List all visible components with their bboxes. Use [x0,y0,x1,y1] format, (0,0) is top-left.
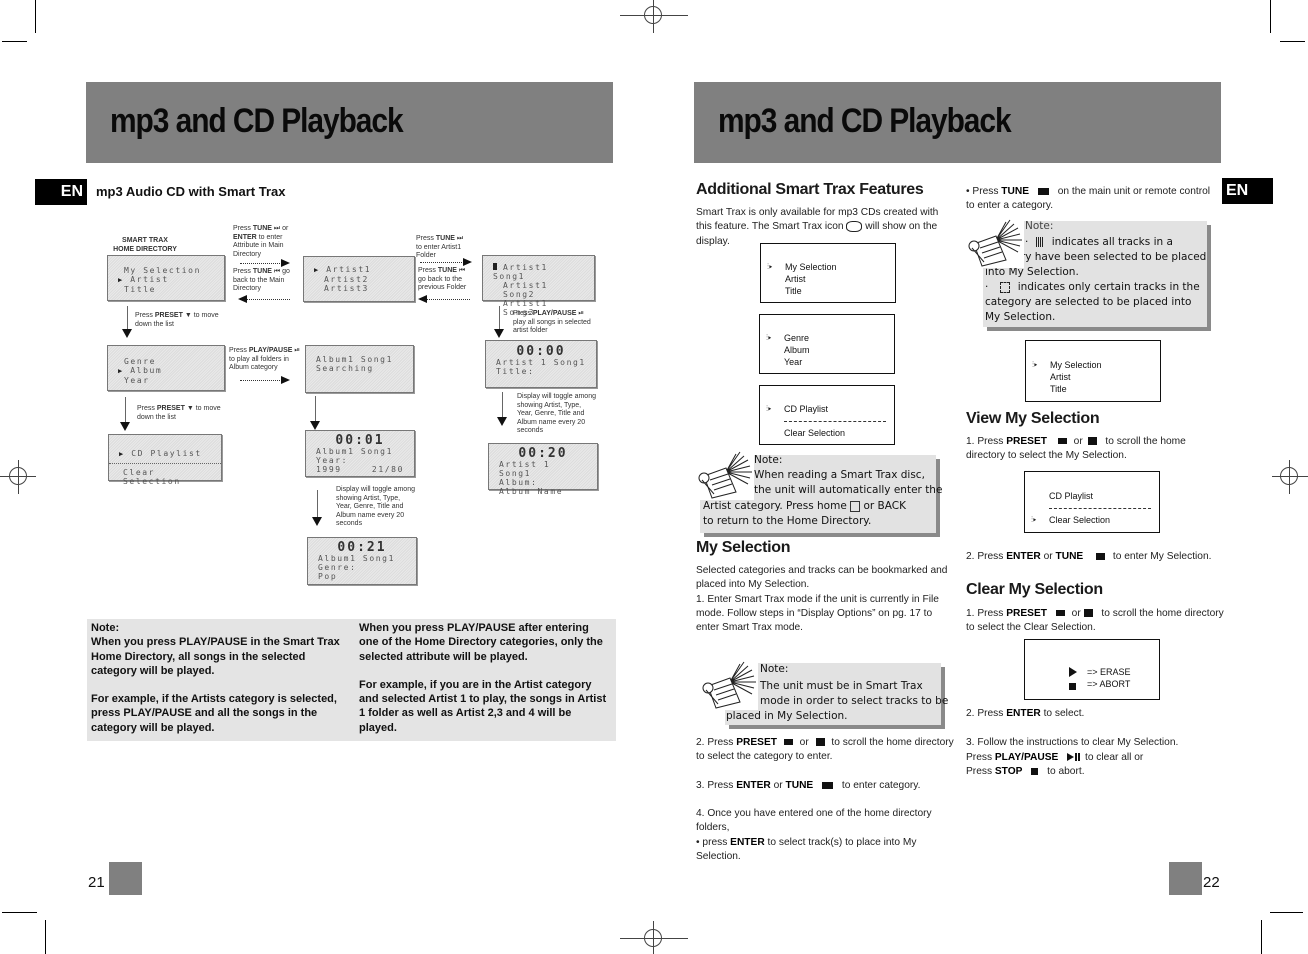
cursor-icon: ⫶▸ [1032,360,1038,369]
tune-icon [1096,552,1106,560]
arrow-down [312,490,322,526]
tune-icon [1037,187,1049,195]
arrow-left [418,295,470,303]
crop-mark [1270,912,1303,913]
all-tracks-icon [1035,237,1044,247]
preset-down-icon [1083,609,1093,618]
label-play-artist: Press PLAY/PAUSE ⏯ play all songs in sel… [513,310,591,334]
left-page-title: mp3 and CD Playback [110,102,404,140]
display-box-2: ⫶▸ Genre Album Year [759,314,895,374]
smart-trax-icon [846,221,863,233]
display-box-6: => ERASE => ABORT [1024,639,1160,700]
home-directory-label: SMART TRAX HOME DIRECTORY [113,237,177,253]
clear-step-3: 3. Follow the instructions to clear My S… [966,737,1179,778]
arrow-down [120,397,130,431]
home-icon [850,500,861,512]
display-box-1: ⫶▸ My Selection Artist Title [760,243,896,303]
label-preset-2: Press PRESET ▼ to move down the list [137,405,221,421]
label-toggle-2: Display will toggle among showing Artist… [336,486,415,527]
lcd-artists: ▶ Artist1 Artist2 Artist3 [303,256,415,302]
crop-mark [2,41,27,42]
play-icon [1069,667,1077,677]
label-tune-back: Press TUNE ⏮ go back to the Main Directo… [233,268,290,292]
clear-step-1: 1. Press PRESET or to scroll the home di… [966,608,1224,634]
cursor-icon: ⫶▸ [766,404,772,413]
stop-icon [1031,768,1039,776]
heading-clear-my-selection: Clear My Selection [966,581,1103,598]
crop-mark [2,912,37,913]
label-preset-1: Press PRESET ▼ to move down the list [135,312,219,328]
crop-mark [45,920,46,954]
crop-mark [1270,0,1271,33]
lcd-songs: Artist1 Song1 Artist1 Song2 Artist1 Song… [482,255,595,317]
arrow-right [420,258,472,266]
arrow-down [310,396,320,430]
heading-view-my-selection: View My Selection [966,410,1100,427]
notepad-icon [700,660,758,710]
step-2: 2. Press PRESET or to scroll the home di… [696,737,954,763]
lcd-home-2: Genre ▶ Album Year [107,345,225,391]
right-lang-tab: EN [1222,178,1273,204]
display-box-5: CD Playlist ⫶▸ Clear Selection [1024,471,1160,533]
lcd-album-searching: Album1 Song1 Searching [305,345,414,393]
lcd-play-0021: 00:21 Album1 Song1 Genre: Pop [307,537,417,585]
heading-my-selection: My Selection [696,539,791,556]
right-page-title: mp3 and CD Playback [718,102,1012,140]
label-toggle-1: Display will toggle among showing Artist… [517,393,596,434]
preset-up-icon [783,739,793,746]
crop-mark [1280,41,1305,42]
arrow-down [497,392,507,426]
crop-mark [1261,920,1262,954]
right-page-tab [1169,862,1202,895]
left-page-tab [109,862,142,895]
view-step-2: 2. Press ENTER or TUNE to enter My Selec… [966,551,1212,562]
arrow-down [494,306,504,338]
right-banner: mp3 and CD Playback [694,82,1221,163]
label-tune-enter: Press TUNE ⏭ or ENTER to enter Attribute… [233,225,289,258]
tune-instruction: • Press TUNE on the main unit or remote … [966,186,1211,212]
preset-up-icon [1055,610,1065,617]
cursor-icon: ⫶▸ [767,262,773,271]
left-note-box: Note: When you press PLAY/PAUSE in the S… [87,619,616,741]
preset-up-icon [1057,438,1067,445]
arrow-down [122,306,132,338]
arrow-right [240,376,290,384]
notepad-icon [696,450,754,500]
preset-down-icon [1087,437,1097,446]
preset-down-icon [815,738,825,747]
lcd-play-0000: 00:00 Artist 1 Song1 Title: [485,340,597,388]
left-section-title: mp3 Audio CD with Smart Trax [96,184,286,199]
left-banner: mp3 and CD Playback [86,82,613,163]
cursor-icon: ⫶▸ [1031,515,1037,524]
display-box-4: ⫶▸ My Selection Artist Title [1025,340,1161,402]
step-3: 3. Press ENTER or TUNE to enter category… [696,780,921,791]
right-page-number: 22 [1203,874,1220,891]
lcd-play-0001: 00:01 Album1 Song1 Year: 1999 21/80 [305,430,415,477]
step-4: 4. Once you have entered one of the home… [696,808,932,862]
notepad-icon [966,218,1024,268]
lcd-home-1: My Selection ▶ Artist Title [107,255,225,301]
note-col-2: When you press PLAY/PAUSE after entering… [359,622,607,734]
display-box-3: ⫶▸ CD Playlist Clear Selection [759,385,895,445]
note-col-1: Note: When you press PLAY/PAUSE in the S… [91,622,340,734]
play-pause-icon [1067,750,1081,764]
cursor-icon: ⫶▸ [766,333,772,342]
heading-additional-features: Additional Smart Trax Features [696,181,924,198]
crop-mark [35,0,36,33]
arrow-left [238,295,290,303]
stop-icon [1069,683,1076,690]
clear-step-2: 2. Press ENTER to select. [966,708,1085,719]
view-step-1: 1. Press PRESET or to scroll the home di… [966,436,1186,462]
tune-icon [822,781,834,789]
lcd-play-0020: 00:20 Artist 1 Song1 Album: Album Name [488,443,598,496]
label-tune-prev: Press TUNE ⏮ go back to the previous Fol… [418,267,467,291]
left-lang-tab: EN [35,179,87,205]
para-my-selection: Selected categories and tracks can be bo… [696,565,948,634]
arrow-right [240,259,290,267]
some-tracks-icon [999,281,1010,293]
label-play-album: Press PLAY/PAUSE ⏯ to play all folders i… [229,347,300,371]
label-tune-artist: Press TUNE ⏭ to enter Artist1 Folder [416,235,464,259]
left-page-number: 21 [88,874,105,891]
lcd-home-3: ▶ CD Playlist Clear Selection [108,434,222,486]
